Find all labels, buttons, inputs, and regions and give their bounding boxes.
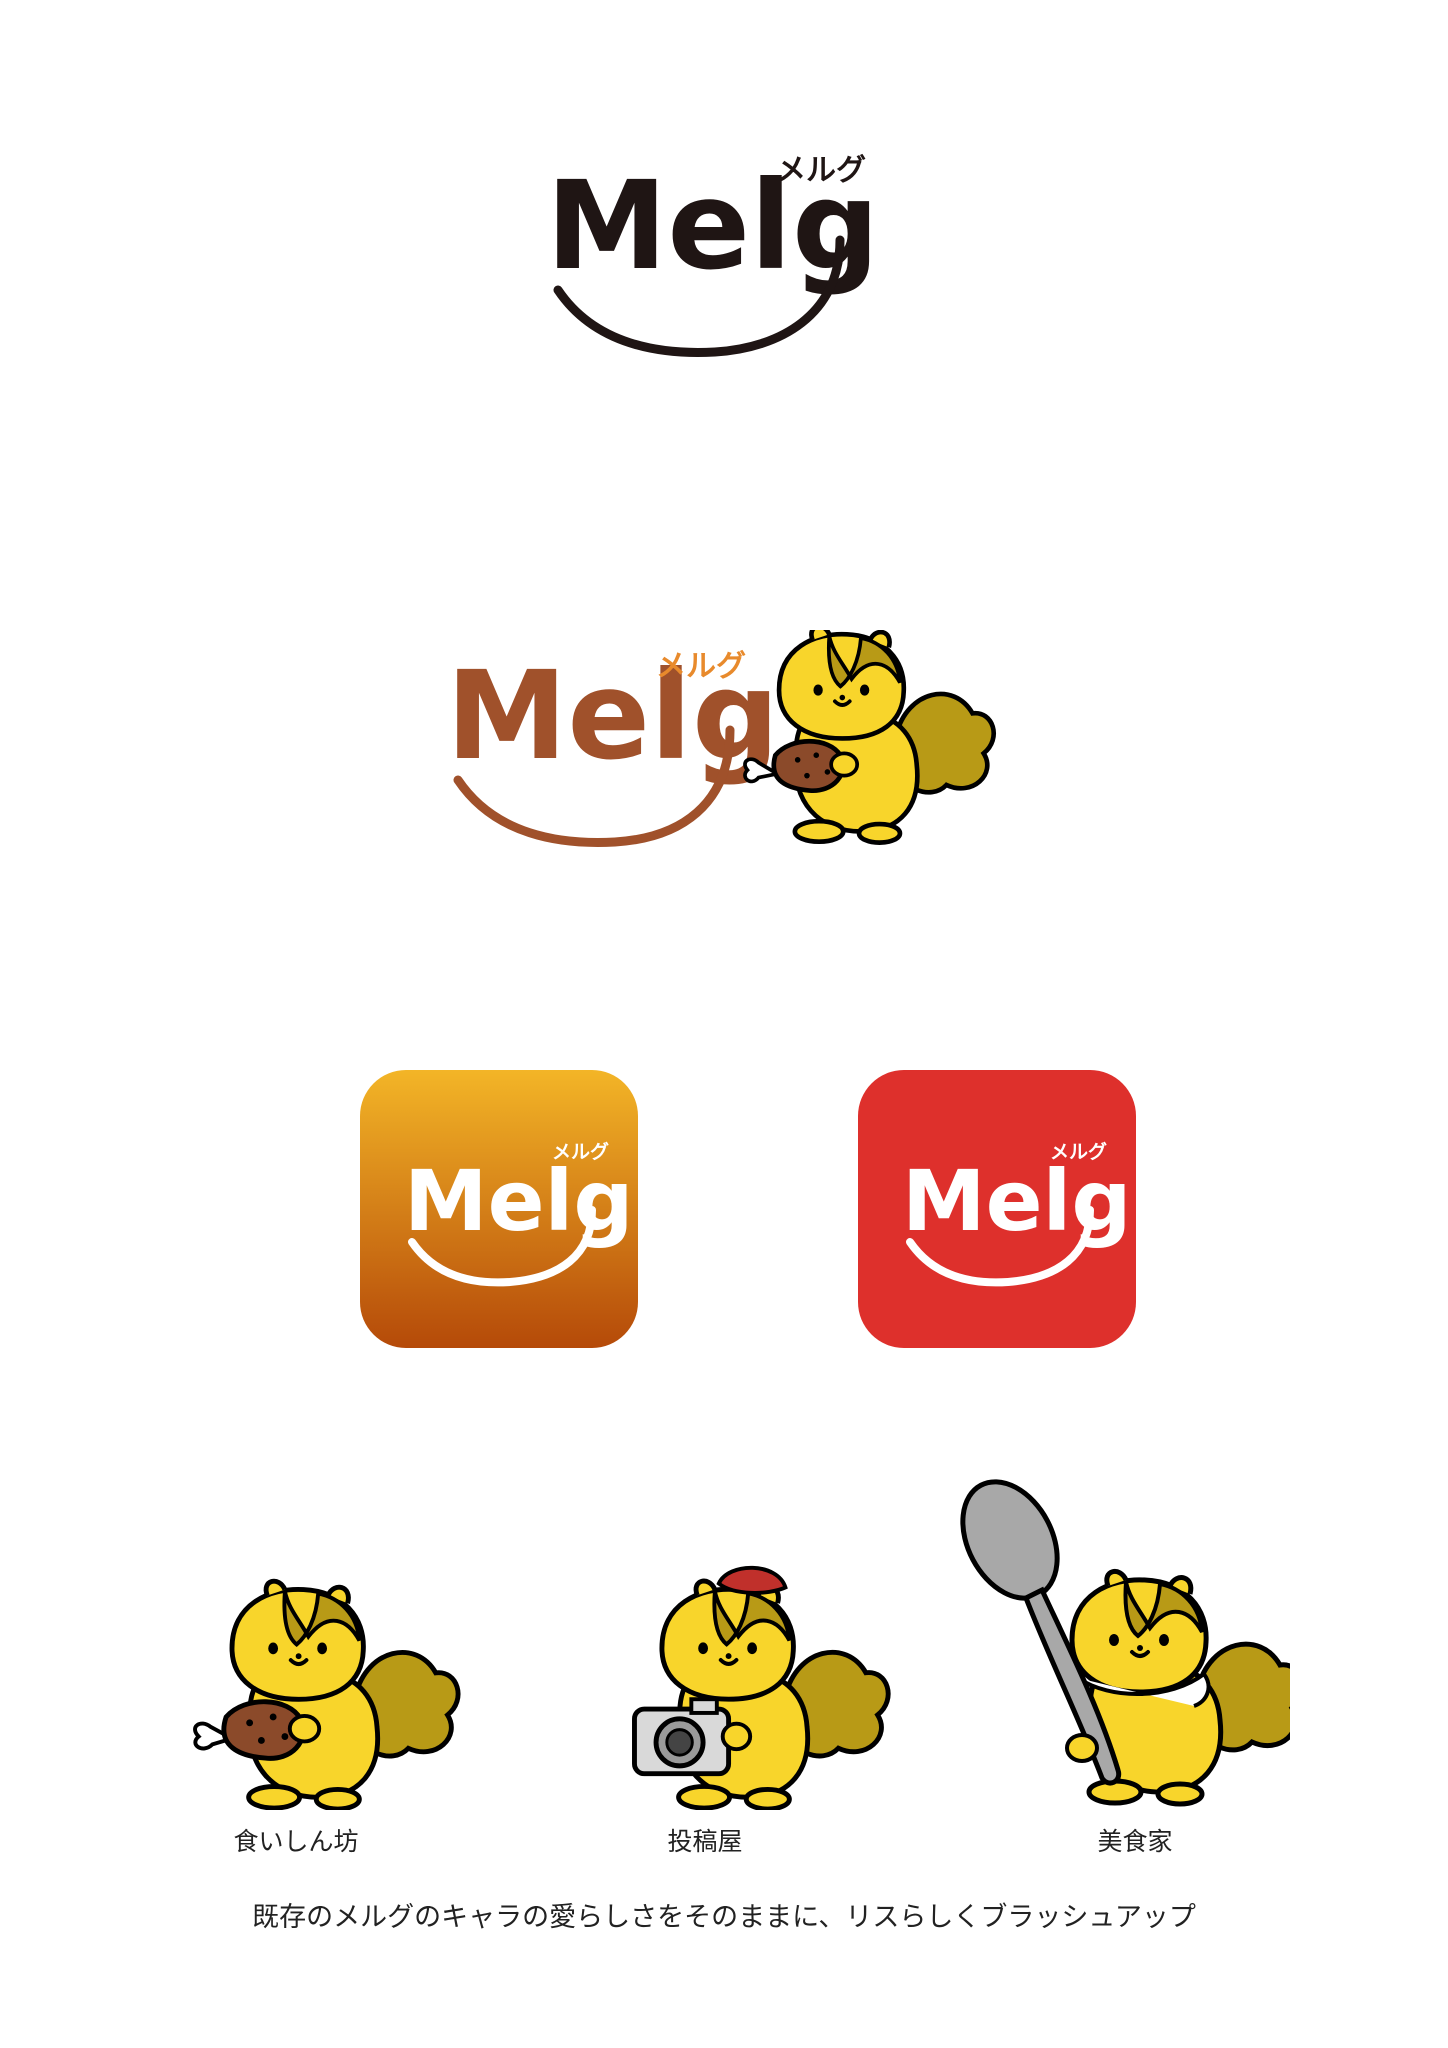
squirrel-with-camera-icon (608, 1560, 908, 1810)
app-icon-kana: メルグ (1050, 1140, 1107, 1163)
logo-black-kana: メルグ (776, 153, 866, 188)
app-icon-orange[interactable]: Melg メルグ (360, 1070, 638, 1348)
app-icon-kana: メルグ (552, 1140, 609, 1163)
logo-black: Melg メルグ (540, 140, 880, 370)
app-icon-wordmark: Melg (902, 1152, 1131, 1250)
logo-color-kana: メルグ (656, 649, 746, 684)
character-caption-2: 投稿屋 (667, 1827, 743, 1856)
squirrel-with-spoon-icon (950, 1470, 1290, 1810)
logo-color: Melg メルグ (440, 630, 1000, 870)
app-icon-wordmark: Melg (404, 1152, 633, 1250)
tagline: 既存のメルグのキャラの愛らしさをそのままに、リスらしくブラッシュアップ (252, 1902, 1196, 1933)
squirrel-mascot (743, 630, 994, 843)
character-caption-1: 食いしん坊 (233, 1827, 359, 1856)
app-icon-red[interactable]: Melg メルグ (858, 1070, 1136, 1348)
character-caption-3: 美食家 (1097, 1827, 1173, 1856)
squirrel-with-meat-icon (178, 1570, 478, 1810)
